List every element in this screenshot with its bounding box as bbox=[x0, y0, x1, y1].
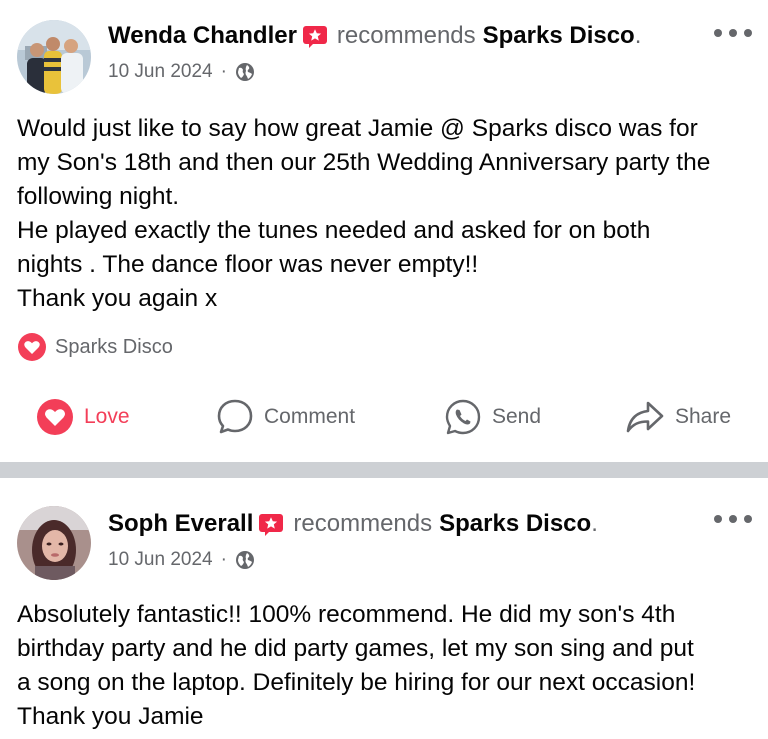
comment-label: Comment bbox=[264, 405, 356, 428]
heart-icon bbox=[37, 399, 73, 435]
page-tag-label: Sparks Disco bbox=[55, 335, 173, 358]
share-icon bbox=[626, 401, 664, 433]
globe-icon bbox=[235, 63, 254, 81]
recommends-text: recommends bbox=[336, 22, 476, 49]
post-date[interactable]: 10 Jun 2024 bbox=[108, 549, 213, 571]
more-dot-icon bbox=[729, 29, 737, 37]
post-divider bbox=[0, 462, 768, 478]
more-dot-icon bbox=[744, 515, 752, 523]
more-options-button[interactable] bbox=[714, 512, 752, 526]
post-header: Wenda Chandler recommends Sparks Disco . bbox=[108, 22, 641, 50]
recommendation-badge-icon bbox=[302, 26, 327, 48]
whatsapp-icon bbox=[445, 399, 481, 435]
review-post: Wenda Chandler recommends Sparks Disco .… bbox=[0, 0, 768, 462]
page-name-link[interactable]: Sparks Disco bbox=[439, 510, 591, 538]
post-body: Absolutely fantastic!! 100% recommend. H… bbox=[17, 601, 696, 730]
send-button[interactable]: Send bbox=[444, 392, 541, 442]
avatar[interactable] bbox=[17, 20, 91, 94]
page-tag[interactable]: Sparks Disco bbox=[17, 332, 173, 362]
more-dot-icon bbox=[714, 29, 722, 37]
post-body: Would just like to say how great Jamie @… bbox=[17, 115, 711, 312]
share-button[interactable]: Share bbox=[625, 392, 731, 442]
love-label: Love bbox=[84, 405, 130, 428]
comment-button[interactable]: Comment bbox=[216, 392, 355, 442]
more-dot-icon bbox=[714, 515, 722, 523]
send-label: Send bbox=[492, 405, 542, 428]
heart-badge-icon bbox=[18, 333, 46, 361]
end-punctuation: . bbox=[591, 510, 598, 537]
more-dot-icon bbox=[744, 29, 752, 37]
post-header: Soph Everall recommends Sparks Disco . bbox=[108, 510, 598, 538]
meta-separator: · bbox=[220, 61, 227, 82]
meta-separator: · bbox=[220, 549, 227, 570]
review-post: Soph Everall recommends Sparks Disco . 1… bbox=[0, 478, 768, 739]
recommendation-badge-icon bbox=[259, 514, 284, 536]
share-label: Share bbox=[675, 405, 732, 428]
globe-icon bbox=[235, 551, 254, 569]
action-bar: Love Comment Send Share bbox=[0, 392, 768, 442]
more-dot-icon bbox=[729, 515, 737, 523]
page-name-link[interactable]: Sparks Disco bbox=[483, 22, 635, 50]
recommends-text: recommends bbox=[293, 510, 433, 537]
end-punctuation: . bbox=[634, 22, 642, 49]
more-options-button[interactable] bbox=[714, 26, 752, 40]
post-meta: 10 Jun 2024 · bbox=[108, 549, 255, 571]
avatar[interactable] bbox=[17, 506, 91, 580]
post-meta: 10 Jun 2024 · bbox=[108, 61, 255, 83]
author-name[interactable]: Wenda Chandler bbox=[108, 22, 297, 50]
author-name[interactable]: Soph Everall bbox=[108, 510, 253, 538]
comment-icon bbox=[217, 399, 253, 434]
post-date[interactable]: 10 Jun 2024 bbox=[108, 61, 213, 83]
love-button[interactable]: Love bbox=[36, 392, 130, 442]
